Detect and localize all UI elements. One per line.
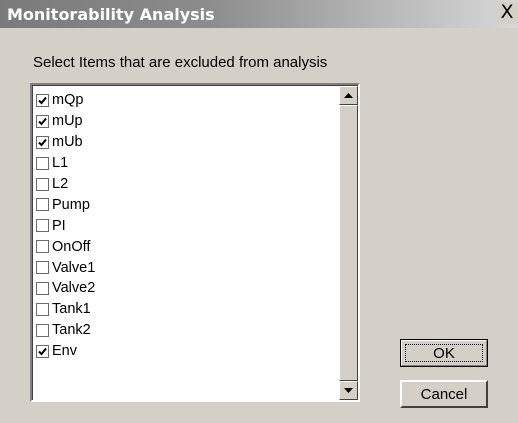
focus-rectangle [405, 344, 483, 362]
close-icon: X [500, 1, 514, 23]
list-item-label: OnOff [52, 238, 91, 255]
checkbox[interactable] [36, 198, 49, 212]
checkbox[interactable] [36, 219, 49, 233]
list-item-label: Pump [52, 196, 90, 213]
checkbox[interactable] [36, 135, 49, 149]
checkbox[interactable] [36, 240, 49, 254]
checkmark-icon [38, 96, 47, 105]
checkbox[interactable] [36, 261, 49, 275]
item-list: mQp mUp mUb L1 L2 Pump PI OnOff Valve1 Valve2 Tank… [36, 90, 336, 362]
checkmark-icon [38, 138, 47, 147]
list-item-label: Env [52, 343, 77, 360]
scroll-down-button[interactable] [339, 381, 358, 400]
list-item[interactable]: Tank2 [36, 320, 336, 341]
dialog-body: Select Items that are excluded from anal… [0, 28, 518, 423]
list-item[interactable]: OnOff [36, 236, 336, 257]
window-title: Monitorability Analysis [7, 5, 215, 24]
exclusion-listbox[interactable]: mQp mUp mUb L1 L2 Pump PI OnOff Valve1 Valve2 Tank… [30, 83, 360, 402]
checkbox[interactable] [36, 281, 49, 295]
list-item[interactable]: Env [36, 341, 336, 362]
checkbox[interactable] [36, 344, 49, 358]
list-item[interactable]: mQp [36, 90, 336, 111]
cancel-button-label: Cancel [420, 385, 468, 403]
checkbox[interactable] [36, 302, 49, 316]
list-item-label: Valve2 [52, 280, 96, 297]
vertical-scrollbar[interactable] [339, 86, 358, 400]
list-item[interactable]: Tank1 [36, 299, 336, 320]
list-item[interactable]: mUb [36, 132, 336, 153]
list-item[interactable]: L1 [36, 153, 336, 174]
list-item[interactable]: mUp [36, 111, 336, 132]
list-item[interactable]: Valve1 [36, 257, 336, 278]
list-item-label: L1 [52, 155, 69, 172]
list-item-label: Tank2 [52, 322, 91, 339]
list-item[interactable]: Valve2 [36, 278, 336, 299]
checkbox[interactable] [36, 177, 49, 191]
list-item-label: mUp [52, 113, 83, 130]
cancel-button[interactable]: Cancel [400, 380, 488, 408]
checkmark-icon [38, 117, 47, 126]
list-item-label: PI [52, 217, 66, 234]
checkbox[interactable] [36, 323, 49, 337]
checkmark-icon [38, 347, 47, 356]
list-item-label: mUb [52, 134, 83, 151]
list-item[interactable]: Pump [36, 194, 336, 215]
scroll-thumb[interactable] [339, 105, 358, 381]
list-item-label: Tank1 [52, 301, 91, 318]
checkbox[interactable] [36, 114, 49, 128]
list-item-label: mQp [52, 92, 84, 109]
arrow-up-icon [344, 92, 353, 98]
close-button[interactable]: X [496, 2, 518, 24]
checkbox[interactable] [36, 93, 49, 107]
list-item-label: Valve1 [52, 259, 96, 276]
instruction-label: Select Items that are excluded from anal… [33, 54, 328, 71]
list-item[interactable]: L2 [36, 174, 336, 195]
scroll-up-button[interactable] [339, 86, 358, 105]
list-item-label: L2 [52, 176, 69, 192]
ok-button[interactable]: OK [400, 339, 488, 367]
arrow-down-icon [344, 387, 353, 393]
checkbox[interactable] [36, 156, 49, 170]
list-item[interactable]: PI [36, 215, 336, 236]
title-bar[interactable]: Monitorability Analysis X [0, 0, 518, 28]
